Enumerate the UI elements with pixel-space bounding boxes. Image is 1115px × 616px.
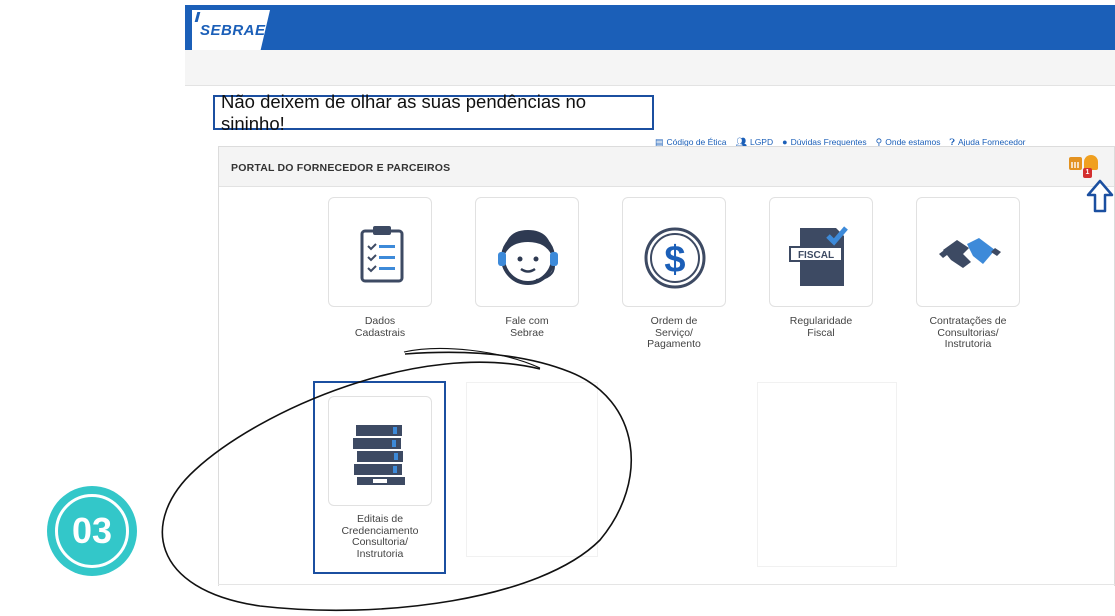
step-number: 03: [55, 494, 129, 568]
handshake-icon: [939, 238, 1001, 268]
portal-panel-header: PORTAL DO FORNECEDOR E PARCEIROS 1: [219, 147, 1114, 187]
label-line: Editais de: [356, 513, 404, 525]
step-number-badge: 03: [47, 486, 137, 576]
card-label-contratacoes[interactable]: Contratações de Consultorias/ Instrutori…: [898, 315, 1038, 351]
card-fale-com-sebrae[interactable]: [475, 197, 579, 307]
empty-card-slot: [466, 382, 598, 557]
support-agent-icon: [498, 230, 558, 285]
fiscal-document-icon: FISCAL: [789, 226, 848, 286]
card-label-dados-cadastrais[interactable]: Dados Cadastrais: [310, 315, 450, 339]
card-dados-cadastrais[interactable]: [328, 197, 432, 307]
top-header-bar: [185, 0, 1115, 50]
svg-text:$: $: [664, 239, 685, 281]
dollar-coin-icon: $: [644, 227, 706, 289]
logo-text: SEBRAE: [200, 21, 266, 39]
label-line: Fale com: [505, 315, 549, 327]
empty-card-slot: [757, 382, 897, 567]
label-line: Consultoria/: [351, 536, 409, 548]
panel-bottom-edge: [218, 584, 1115, 585]
card-label-editais[interactable]: Editais de Credenciamento Consultoria/ I…: [310, 513, 450, 560]
label-line: Dados: [364, 315, 396, 327]
fiscal-label: FISCAL: [798, 250, 834, 261]
label-line: Instrutoria: [944, 338, 992, 350]
sub-header-bar: [185, 50, 1115, 86]
card-regularidade-fiscal[interactable]: FISCAL: [769, 197, 873, 307]
label-line: Ordem de: [650, 315, 698, 327]
label-line: Contratações de: [929, 315, 1007, 327]
label-line: Fiscal: [807, 326, 835, 339]
pending-notice: Não deixem de olhar as suas pendências n…: [213, 91, 654, 134]
sebrae-logo[interactable]: SEBRAE: [192, 10, 270, 50]
label-line: Regularidade: [789, 315, 853, 327]
label-line: Pagamento: [647, 338, 701, 350]
card-label-ordem-servico[interactable]: Ordem de Serviço/ Pagamento: [604, 315, 744, 351]
card-editais-credenciamento[interactable]: [328, 396, 432, 506]
label-line: Cadastrais: [354, 326, 406, 339]
screenshot-stage: SEBRAE Não deixem de olhar as suas pendê…: [0, 0, 1115, 616]
card-contratacoes[interactable]: [916, 197, 1020, 307]
label-line: Instrutoria: [356, 547, 404, 560]
notice-text: Não deixem de olhar as suas pendências n…: [221, 90, 587, 134]
calendar-icon[interactable]: [1069, 157, 1082, 170]
label-line: Sebrae: [510, 326, 544, 339]
up-arrow-icon: [1086, 179, 1114, 213]
binders-stack-icon: [353, 425, 405, 485]
card-label-fale-com-sebrae[interactable]: Fale com Sebrae: [457, 315, 597, 339]
card-label-regularidade-fiscal[interactable]: Regularidade Fiscal: [751, 315, 891, 339]
card-ordem-servico-pagamento[interactable]: $: [622, 197, 726, 307]
clipboard-checklist-icon: [360, 226, 404, 283]
header-top-border: [185, 0, 1115, 5]
notification-badge: 1: [1083, 168, 1092, 178]
portal-title: PORTAL DO FORNECEDOR E PARCEIROS: [231, 162, 451, 174]
